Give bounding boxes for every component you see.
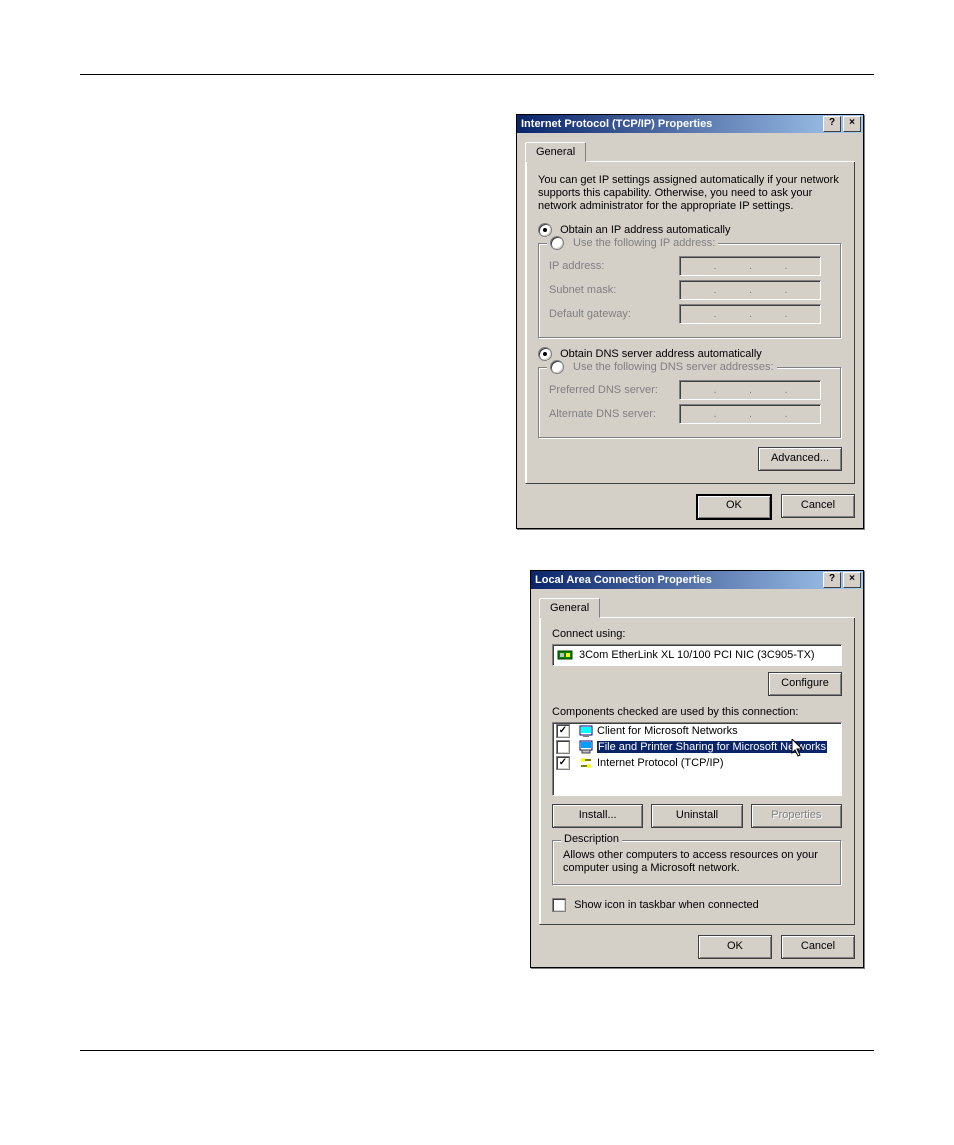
lan-tabpanel: Connect using: 3Com EtherLink XL 10/100 … xyxy=(539,618,855,925)
subnet-mask-field: ... xyxy=(679,280,821,300)
alternate-dns-label: Alternate DNS server: xyxy=(549,408,679,420)
install-button[interactable]: Install... xyxy=(552,804,643,828)
show-icon-row[interactable]: Show icon in taskbar when connected xyxy=(552,898,842,912)
checkbox[interactable] xyxy=(556,724,570,738)
tcpip-tabpanel: You can get IP settings assigned automat… xyxy=(525,162,855,484)
default-gateway-field: ... xyxy=(679,304,821,324)
radio-use-dns-label: Use the following DNS server addresses: xyxy=(573,361,774,373)
tcpip-tabstrip: General xyxy=(525,141,855,162)
components-label: Components checked are used by this conn… xyxy=(552,706,842,718)
alternate-dns-field: ... xyxy=(679,404,821,424)
client-icon xyxy=(579,724,593,738)
description-group: Description Allows other computers to ac… xyxy=(552,840,842,886)
file-printer-sharing-icon xyxy=(579,740,593,754)
close-button[interactable]: × xyxy=(843,572,861,588)
list-item[interactable]: Client for Microsoft Networks xyxy=(553,723,841,739)
help-button[interactable]: ? xyxy=(823,572,841,588)
ip-address-field: ... xyxy=(679,256,821,276)
cancel-button[interactable]: Cancel xyxy=(781,494,855,518)
radio-obtain-dns[interactable] xyxy=(538,347,552,361)
ok-button[interactable]: OK xyxy=(698,935,772,959)
cancel-button[interactable]: Cancel xyxy=(781,935,855,959)
components-listbox[interactable]: Client for Microsoft Networks File and P… xyxy=(552,722,842,796)
preferred-dns-field: ... xyxy=(679,380,821,400)
show-icon-checkbox[interactable] xyxy=(552,898,566,912)
dns-group: Use the following DNS server addresses: … xyxy=(538,367,842,439)
list-item-label: Internet Protocol (TCP/IP) xyxy=(597,757,724,769)
page-rule-top xyxy=(80,74,874,75)
description-text: Allows other computers to access resourc… xyxy=(563,849,831,875)
nic-icon xyxy=(557,648,573,662)
page-rule-bottom xyxy=(80,1050,874,1051)
uninstall-button[interactable]: Uninstall xyxy=(651,804,742,828)
protocol-icon xyxy=(579,756,593,770)
subnet-mask-label: Subnet mask: xyxy=(549,284,679,296)
tcpip-info-text: You can get IP settings assigned automat… xyxy=(538,174,842,213)
tcpip-properties-dialog: Internet Protocol (TCP/IP) Properties ? … xyxy=(516,114,864,529)
preferred-dns-label: Preferred DNS server: xyxy=(549,384,679,396)
tab-general[interactable]: General xyxy=(525,142,586,162)
cursor-icon xyxy=(791,739,805,759)
radio-obtain-ip-label: Obtain an IP address automatically xyxy=(560,224,730,236)
show-icon-label: Show icon in taskbar when connected xyxy=(574,899,759,911)
lan-properties-dialog: Local Area Connection Properties ? × Gen… xyxy=(530,570,864,968)
connect-using-label: Connect using: xyxy=(552,628,842,640)
ok-button[interactable]: OK xyxy=(696,494,772,520)
radio-use-dns[interactable] xyxy=(550,360,564,374)
properties-button: Properties xyxy=(751,804,842,828)
radio-use-ip-label: Use the following IP address: xyxy=(573,237,715,249)
advanced-button[interactable]: Advanced... xyxy=(758,447,842,471)
lan-title: Local Area Connection Properties xyxy=(533,574,821,586)
list-item-label: Client for Microsoft Networks xyxy=(597,725,738,737)
ip-group: Use the following IP address: IP address… xyxy=(538,243,842,339)
tcpip-title: Internet Protocol (TCP/IP) Properties xyxy=(519,118,821,130)
checkbox[interactable] xyxy=(556,740,570,754)
tab-general[interactable]: General xyxy=(539,598,600,618)
nic-field: 3Com EtherLink XL 10/100 PCI NIC (3C905-… xyxy=(552,644,842,666)
description-legend: Description xyxy=(561,833,622,845)
configure-button[interactable]: Configure xyxy=(768,672,842,696)
radio-obtain-dns-label: Obtain DNS server address automatically xyxy=(560,348,762,360)
radio-obtain-ip[interactable] xyxy=(538,223,552,237)
radio-use-ip[interactable] xyxy=(550,236,564,250)
close-button[interactable]: × xyxy=(843,116,861,132)
lan-titlebar[interactable]: Local Area Connection Properties ? × xyxy=(531,571,863,589)
checkbox[interactable] xyxy=(556,756,570,770)
ip-address-label: IP address: xyxy=(549,260,679,272)
list-item[interactable]: File and Printer Sharing for Microsoft N… xyxy=(553,739,841,755)
radio-obtain-dns-row[interactable]: Obtain DNS server address automatically xyxy=(538,347,842,361)
default-gateway-label: Default gateway: xyxy=(549,308,679,320)
lan-tabstrip: General xyxy=(539,597,855,618)
radio-obtain-ip-row[interactable]: Obtain an IP address automatically xyxy=(538,223,842,237)
help-button[interactable]: ? xyxy=(823,116,841,132)
tcpip-titlebar[interactable]: Internet Protocol (TCP/IP) Properties ? … xyxy=(517,115,863,133)
nic-name: 3Com EtherLink XL 10/100 PCI NIC (3C905-… xyxy=(579,649,815,661)
